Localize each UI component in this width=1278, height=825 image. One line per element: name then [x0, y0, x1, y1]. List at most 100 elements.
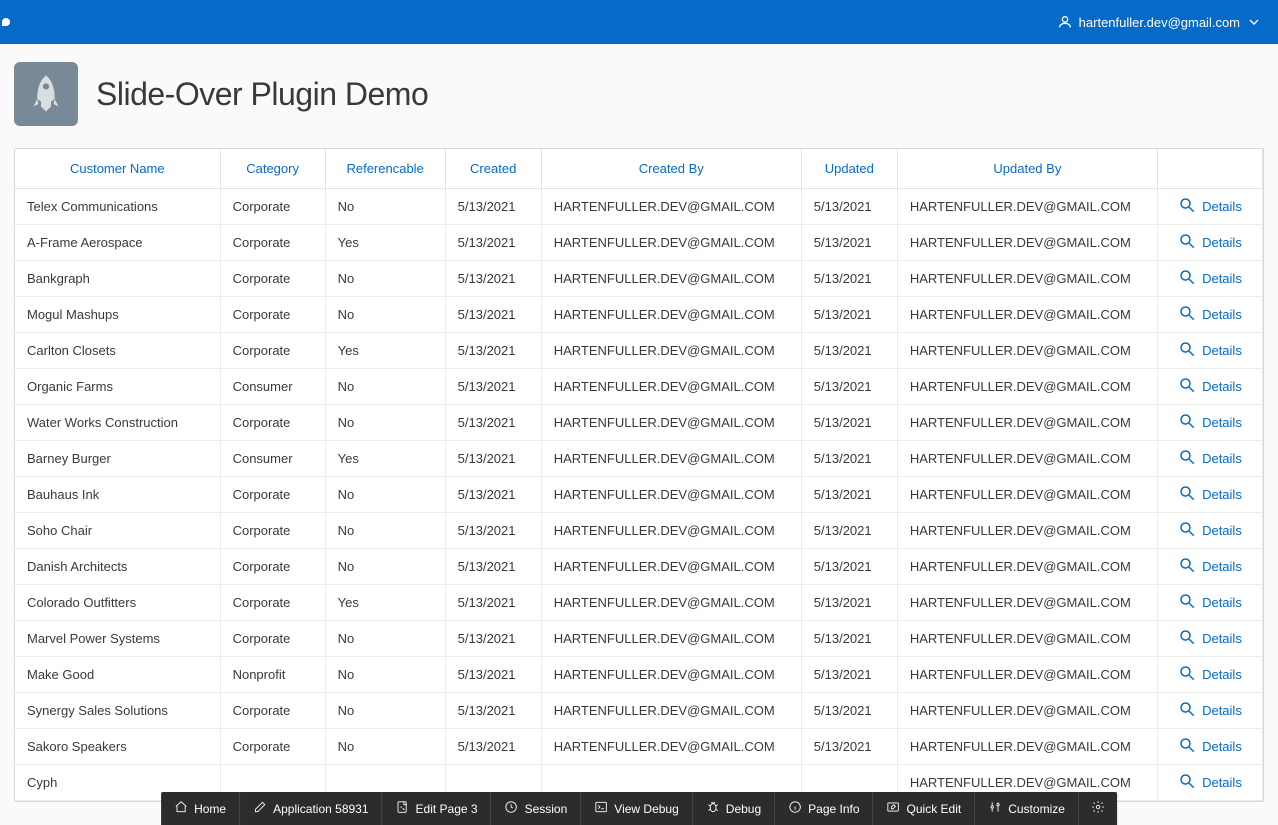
user-icon — [1057, 14, 1073, 30]
cell-created: 5/13/2021 — [445, 441, 541, 477]
cell-updated: 5/13/2021 — [801, 369, 897, 405]
details-link[interactable]: Details — [1178, 304, 1242, 325]
cell-details: Details — [1157, 657, 1262, 693]
cell-details: Details — [1157, 333, 1262, 369]
search-icon — [1178, 592, 1196, 613]
cell-updated-by: HARTENFULLER.DEV@GMAIL.COM — [897, 549, 1157, 585]
cell-referencable: No — [325, 693, 445, 729]
details-label: Details — [1202, 631, 1242, 646]
details-label: Details — [1202, 235, 1242, 250]
cell-updated: 5/13/2021 — [801, 189, 897, 225]
dev-toolbar-home[interactable]: Home — [161, 792, 240, 825]
details-link[interactable]: Details — [1178, 664, 1242, 685]
cell-updated: 5/13/2021 — [801, 297, 897, 333]
col-header-referencable[interactable]: Referencable — [325, 149, 445, 189]
info-icon — [788, 800, 802, 817]
details-label: Details — [1202, 559, 1242, 574]
details-link[interactable]: Details — [1178, 700, 1242, 721]
cell-details: Details — [1157, 765, 1262, 801]
cell-category: Corporate — [220, 333, 325, 369]
cell-referencable: Yes — [325, 585, 445, 621]
cell-created-by: HARTENFULLER.DEV@GMAIL.COM — [541, 585, 801, 621]
details-link[interactable]: Details — [1178, 736, 1242, 757]
details-link[interactable]: Details — [1178, 232, 1242, 253]
details-link[interactable]: Details — [1178, 592, 1242, 613]
cell-created-by: HARTENFULLER.DEV@GMAIL.COM — [541, 333, 801, 369]
cell-created: 5/13/2021 — [445, 261, 541, 297]
page-icon — [14, 62, 78, 126]
details-link[interactable]: Details — [1178, 268, 1242, 289]
topbar-left-indicator — [2, 18, 10, 26]
details-label: Details — [1202, 595, 1242, 610]
col-header-created[interactable]: Created — [445, 149, 541, 189]
cell-referencable: No — [325, 657, 445, 693]
search-icon — [1178, 304, 1196, 325]
cell-updated: 5/13/2021 — [801, 693, 897, 729]
customize-icon — [988, 800, 1002, 817]
cell-created-by: HARTENFULLER.DEV@GMAIL.COM — [541, 261, 801, 297]
dev-toolbar-edit-page-3[interactable]: Edit Page 3 — [383, 792, 492, 825]
col-header-updated-by[interactable]: Updated By — [897, 149, 1157, 189]
cell-category: Corporate — [220, 513, 325, 549]
cell-created: 5/13/2021 — [445, 729, 541, 765]
cell-created: 5/13/2021 — [445, 225, 541, 261]
cell-created: 5/13/2021 — [445, 549, 541, 585]
cell-updated: 5/13/2021 — [801, 225, 897, 261]
details-link[interactable]: Details — [1178, 520, 1242, 541]
cell-created: 5/13/2021 — [445, 297, 541, 333]
cell-category: Corporate — [220, 261, 325, 297]
cell-details: Details — [1157, 189, 1262, 225]
dev-toolbar-debug[interactable]: Debug — [693, 792, 775, 825]
dev-toolbar-view-debug[interactable]: View Debug — [581, 792, 693, 825]
cell-created: 5/13/2021 — [445, 369, 541, 405]
cell-updated: 5/13/2021 — [801, 477, 897, 513]
cell-updated-by: HARTENFULLER.DEV@GMAIL.COM — [897, 369, 1157, 405]
cell-category: Corporate — [220, 225, 325, 261]
search-icon — [1178, 484, 1196, 505]
cell-created-by: HARTENFULLER.DEV@GMAIL.COM — [541, 693, 801, 729]
cell-customer-name: Organic Farms — [15, 369, 220, 405]
dev-toolbar-session[interactable]: Session — [492, 792, 582, 825]
table-row: Make GoodNonprofitNo5/13/2021HARTENFULLE… — [15, 657, 1263, 693]
col-header-category[interactable]: Category — [220, 149, 325, 189]
details-link[interactable]: Details — [1178, 196, 1242, 217]
terminal-icon — [594, 800, 608, 817]
details-label: Details — [1202, 415, 1242, 430]
dev-toolbar-page-info[interactable]: Page Info — [775, 792, 873, 825]
edit-icon — [253, 800, 267, 817]
details-link[interactable]: Details — [1178, 376, 1242, 397]
details-link[interactable]: Details — [1178, 484, 1242, 505]
dev-toolbar-quick-edit[interactable]: Quick Edit — [874, 792, 976, 825]
cell-created-by: HARTENFULLER.DEV@GMAIL.COM — [541, 549, 801, 585]
table-row: A-Frame AerospaceCorporateYes5/13/2021HA… — [15, 225, 1263, 261]
chevron-down-icon — [1246, 14, 1262, 30]
cell-created-by: HARTENFULLER.DEV@GMAIL.COM — [541, 297, 801, 333]
cell-referencable: No — [325, 477, 445, 513]
col-header-customer-name[interactable]: Customer Name — [15, 149, 220, 189]
cell-customer-name: Bauhaus Ink — [15, 477, 220, 513]
cell-details: Details — [1157, 729, 1262, 765]
apex-dev-toolbar: Home Application 58931Edit Page 3SessionV… — [161, 792, 1117, 825]
dev-toolbar-application-58931[interactable]: Application 58931 — [240, 792, 382, 825]
col-header-updated[interactable]: Updated — [801, 149, 897, 189]
dev-toolbar-label: Page Info — [808, 802, 859, 816]
details-label: Details — [1202, 703, 1242, 718]
cell-created-by: HARTENFULLER.DEV@GMAIL.COM — [541, 369, 801, 405]
details-link[interactable]: Details — [1178, 628, 1242, 649]
details-link[interactable]: Details — [1178, 556, 1242, 577]
cell-customer-name: Soho Chair — [15, 513, 220, 549]
page-header: Slide-Over Plugin Demo — [0, 44, 1278, 148]
cell-created-by: HARTENFULLER.DEV@GMAIL.COM — [541, 405, 801, 441]
details-link[interactable]: Details — [1178, 340, 1242, 361]
dev-toolbar-customize[interactable]: Customize — [975, 792, 1079, 825]
details-label: Details — [1202, 199, 1242, 214]
details-label: Details — [1202, 775, 1242, 790]
user-menu-button[interactable]: hartenfuller.dev@gmail.com — [1057, 14, 1262, 30]
details-link[interactable]: Details — [1178, 772, 1242, 793]
dev-toolbar-gear[interactable] — [1079, 792, 1117, 825]
dev-toolbar-label: Home — [194, 802, 226, 816]
details-link[interactable]: Details — [1178, 448, 1242, 469]
details-link[interactable]: Details — [1178, 412, 1242, 433]
col-header-created-by[interactable]: Created By — [541, 149, 801, 189]
cell-details: Details — [1157, 621, 1262, 657]
